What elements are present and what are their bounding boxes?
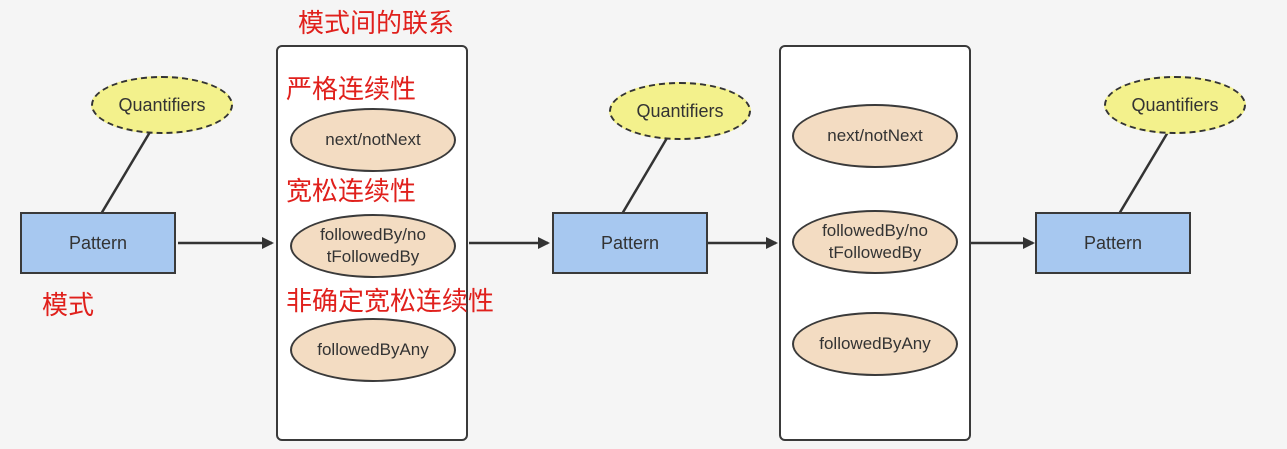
followed-by-line1-1: followedBy/no (320, 225, 426, 244)
pattern-node-1: Pattern (20, 212, 176, 274)
next-not-next-label-2: next/notNext (827, 126, 923, 145)
followed-by-line1-2: followedBy/no (822, 221, 928, 240)
followed-by-any-label-1: followedByAny (317, 340, 429, 359)
quantifiers-node-3: Quantifiers (1104, 76, 1246, 134)
followed-by-node-1: followedBy/no tFollowedBy (290, 214, 456, 278)
annotation-strict-contiguity: 严格连续性 (286, 74, 417, 104)
followed-by-any-label-2: followedByAny (819, 334, 931, 353)
followed-by-node-2: followedBy/no tFollowedBy (792, 210, 958, 274)
followed-by-any-node-2: followedByAny (792, 312, 958, 376)
next-not-next-node-1: next/notNext (290, 108, 456, 172)
next-not-next-label-1: next/notNext (325, 130, 421, 149)
quantifiers-node-2: Quantifiers (609, 82, 751, 140)
quantifier-connector-3 (1117, 131, 1170, 215)
quantifier-connector-1 (99, 131, 152, 215)
quantifier-connector-2 (620, 137, 669, 215)
annotation-pattern: 模式 (42, 290, 95, 320)
annotation-pattern-relations: 模式间的联系 (298, 8, 455, 38)
followed-by-any-node-1: followedByAny (290, 318, 456, 382)
pattern-node-3: Pattern (1035, 212, 1191, 274)
followed-by-line2-2: tFollowedBy (828, 243, 922, 262)
quantifiers-node-1: Quantifiers (91, 76, 233, 134)
pattern-node-2: Pattern (552, 212, 708, 274)
annotation-relaxed-contiguity: 宽松连续性 (286, 176, 417, 206)
next-not-next-node-2: next/notNext (792, 104, 958, 168)
followed-by-line2-1: tFollowedBy (326, 247, 420, 266)
annotation-nondeterministic-relaxed: 非确定宽松连续性 (286, 286, 495, 316)
